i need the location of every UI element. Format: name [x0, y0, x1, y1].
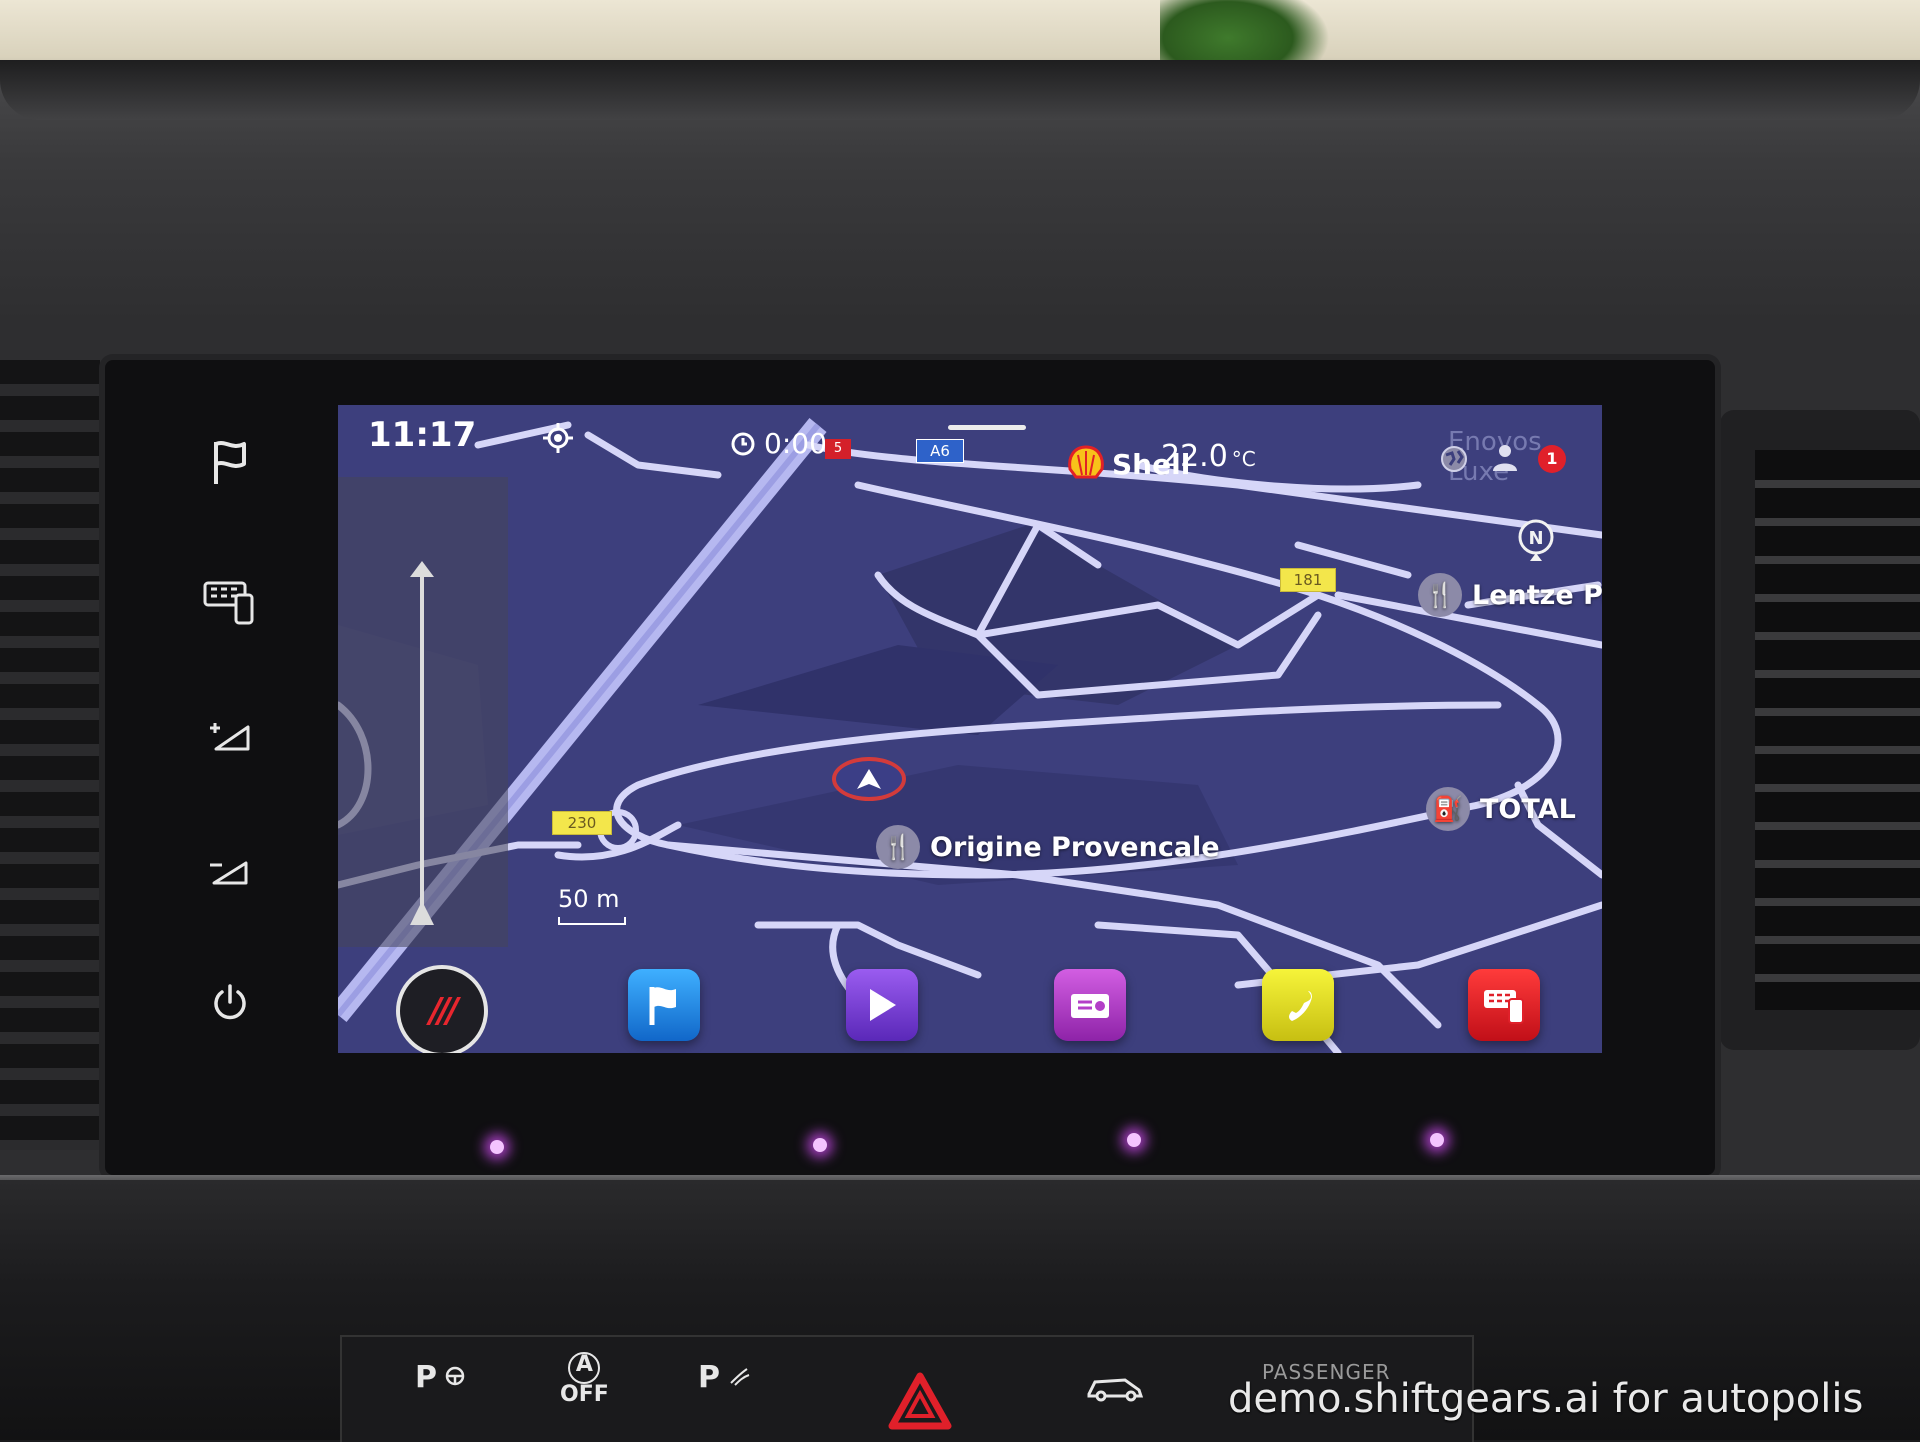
poi-total-label: TOTAL — [1480, 793, 1576, 825]
steering-wheel-icon — [445, 1366, 465, 1386]
temperature-unit: °C — [1231, 447, 1256, 471]
app-phone[interactable] — [1262, 969, 1334, 1041]
app-dock: /// — [338, 965, 1602, 1053]
home-button[interactable]: /// — [396, 965, 488, 1053]
vehicle-position-marker — [832, 757, 906, 801]
play-icon — [870, 989, 896, 1021]
road-number-181: 181 — [1280, 568, 1336, 592]
restaurant-icon: 🍴 — [876, 825, 920, 869]
user-profile-icon[interactable] — [1488, 441, 1522, 475]
left-air-vent — [0, 360, 100, 1150]
volume-up-icon — [210, 723, 250, 751]
online-services-icon[interactable] — [1438, 443, 1470, 475]
map-scale-bar — [558, 917, 626, 925]
temperature-value: 22.0 — [1161, 439, 1228, 474]
auto-hold-button[interactable]: A OFF — [560, 1352, 609, 1406]
ambient-light — [1127, 1133, 1141, 1147]
outside-temperature: 22.0 °C — [1161, 439, 1256, 474]
app-navigation[interactable] — [628, 969, 700, 1041]
zoom-slider[interactable] — [338, 477, 508, 947]
flag-icon — [649, 987, 676, 1025]
road-number-230: 230 — [552, 811, 612, 835]
park-assist-label: P — [415, 1360, 437, 1395]
compass-label: N — [1528, 528, 1543, 549]
car-menu-hardkey[interactable] — [195, 572, 265, 632]
park-assist-button[interactable]: P — [415, 1360, 466, 1395]
ambient-light — [813, 1138, 827, 1152]
gps-icon — [543, 423, 573, 453]
shell-logo-icon — [1068, 445, 1104, 479]
app-radio[interactable] — [1054, 969, 1126, 1041]
car-settings-icon — [203, 581, 254, 625]
zoom-arrow — [410, 561, 434, 925]
car-settings-icon — [1484, 990, 1524, 1024]
timer-tag: 5 — [825, 439, 851, 459]
fuel-pump-icon: ⛽ — [1426, 787, 1470, 831]
poi-lentze[interactable]: 🍴 Lentze Pa — [1418, 573, 1602, 617]
clock-icon — [731, 432, 755, 455]
map-scale: 50 m — [558, 885, 626, 925]
poi-origine-label: Origine Provencale — [930, 831, 1220, 863]
hazard-button[interactable] — [888, 1372, 952, 1436]
clock: 11:17 — [368, 415, 477, 455]
route-timer-value: 0:00 — [764, 427, 827, 460]
parking-sensor-label: P — [698, 1360, 720, 1395]
app-vehicle-settings[interactable] — [1468, 969, 1540, 1041]
notification-badge[interactable]: 1 — [1538, 445, 1566, 473]
map-canvas[interactable] — [338, 405, 1602, 1053]
parking-sensor-icon — [730, 1368, 750, 1386]
faded-poi-label: Enovos Luxe — [1448, 427, 1542, 487]
restaurant-icon: 🍴 — [1418, 573, 1462, 617]
navigation-arrow-icon — [857, 769, 881, 789]
right-air-vent — [1720, 410, 1920, 1050]
app-media[interactable] — [846, 969, 918, 1041]
poi-origine-provencale[interactable]: 🍴 Origine Provencale — [876, 825, 1220, 869]
hazard-triangle-icon — [888, 1372, 952, 1430]
poi-total[interactable]: ⛽ TOTAL — [1426, 787, 1576, 831]
poi-lentze-label: Lentze Pa — [1472, 579, 1602, 611]
parking-sensor-button[interactable]: P — [698, 1360, 751, 1395]
ambient-light — [1430, 1133, 1444, 1147]
flag-icon — [214, 441, 246, 484]
volume-up-hardkey[interactable] — [200, 706, 260, 766]
auto-hold-off-label: OFF — [560, 1382, 609, 1407]
infotainment-screen: 11:17 0:00 5 A6 Shell 22.0 °C Enovos Luxe… — [338, 405, 1602, 1053]
route-timer: 0:00 — [730, 427, 827, 460]
phone-icon — [1289, 991, 1312, 1021]
drive-mode-button[interactable] — [1085, 1372, 1145, 1408]
watermark: demo.shiftgears.ai for autopolis — [1228, 1376, 1864, 1422]
car-icon — [1087, 1378, 1144, 1402]
ambient-light — [490, 1140, 504, 1154]
nav-hardkey[interactable] — [200, 432, 260, 492]
compass-icon[interactable]: N — [1506, 511, 1566, 571]
radio-icon — [1071, 994, 1109, 1018]
power-icon — [214, 984, 246, 1020]
power-hardkey[interactable] — [200, 972, 260, 1032]
motorway-shield: A6 — [916, 439, 964, 463]
volume-down-icon — [210, 861, 248, 885]
pull-down-handle[interactable] — [948, 425, 1026, 430]
map-scale-label: 50 m — [558, 885, 620, 913]
dashboard-top — [0, 60, 1920, 350]
volume-down-hardkey[interactable] — [200, 842, 260, 902]
auto-hold-icon: A — [568, 1352, 601, 1384]
